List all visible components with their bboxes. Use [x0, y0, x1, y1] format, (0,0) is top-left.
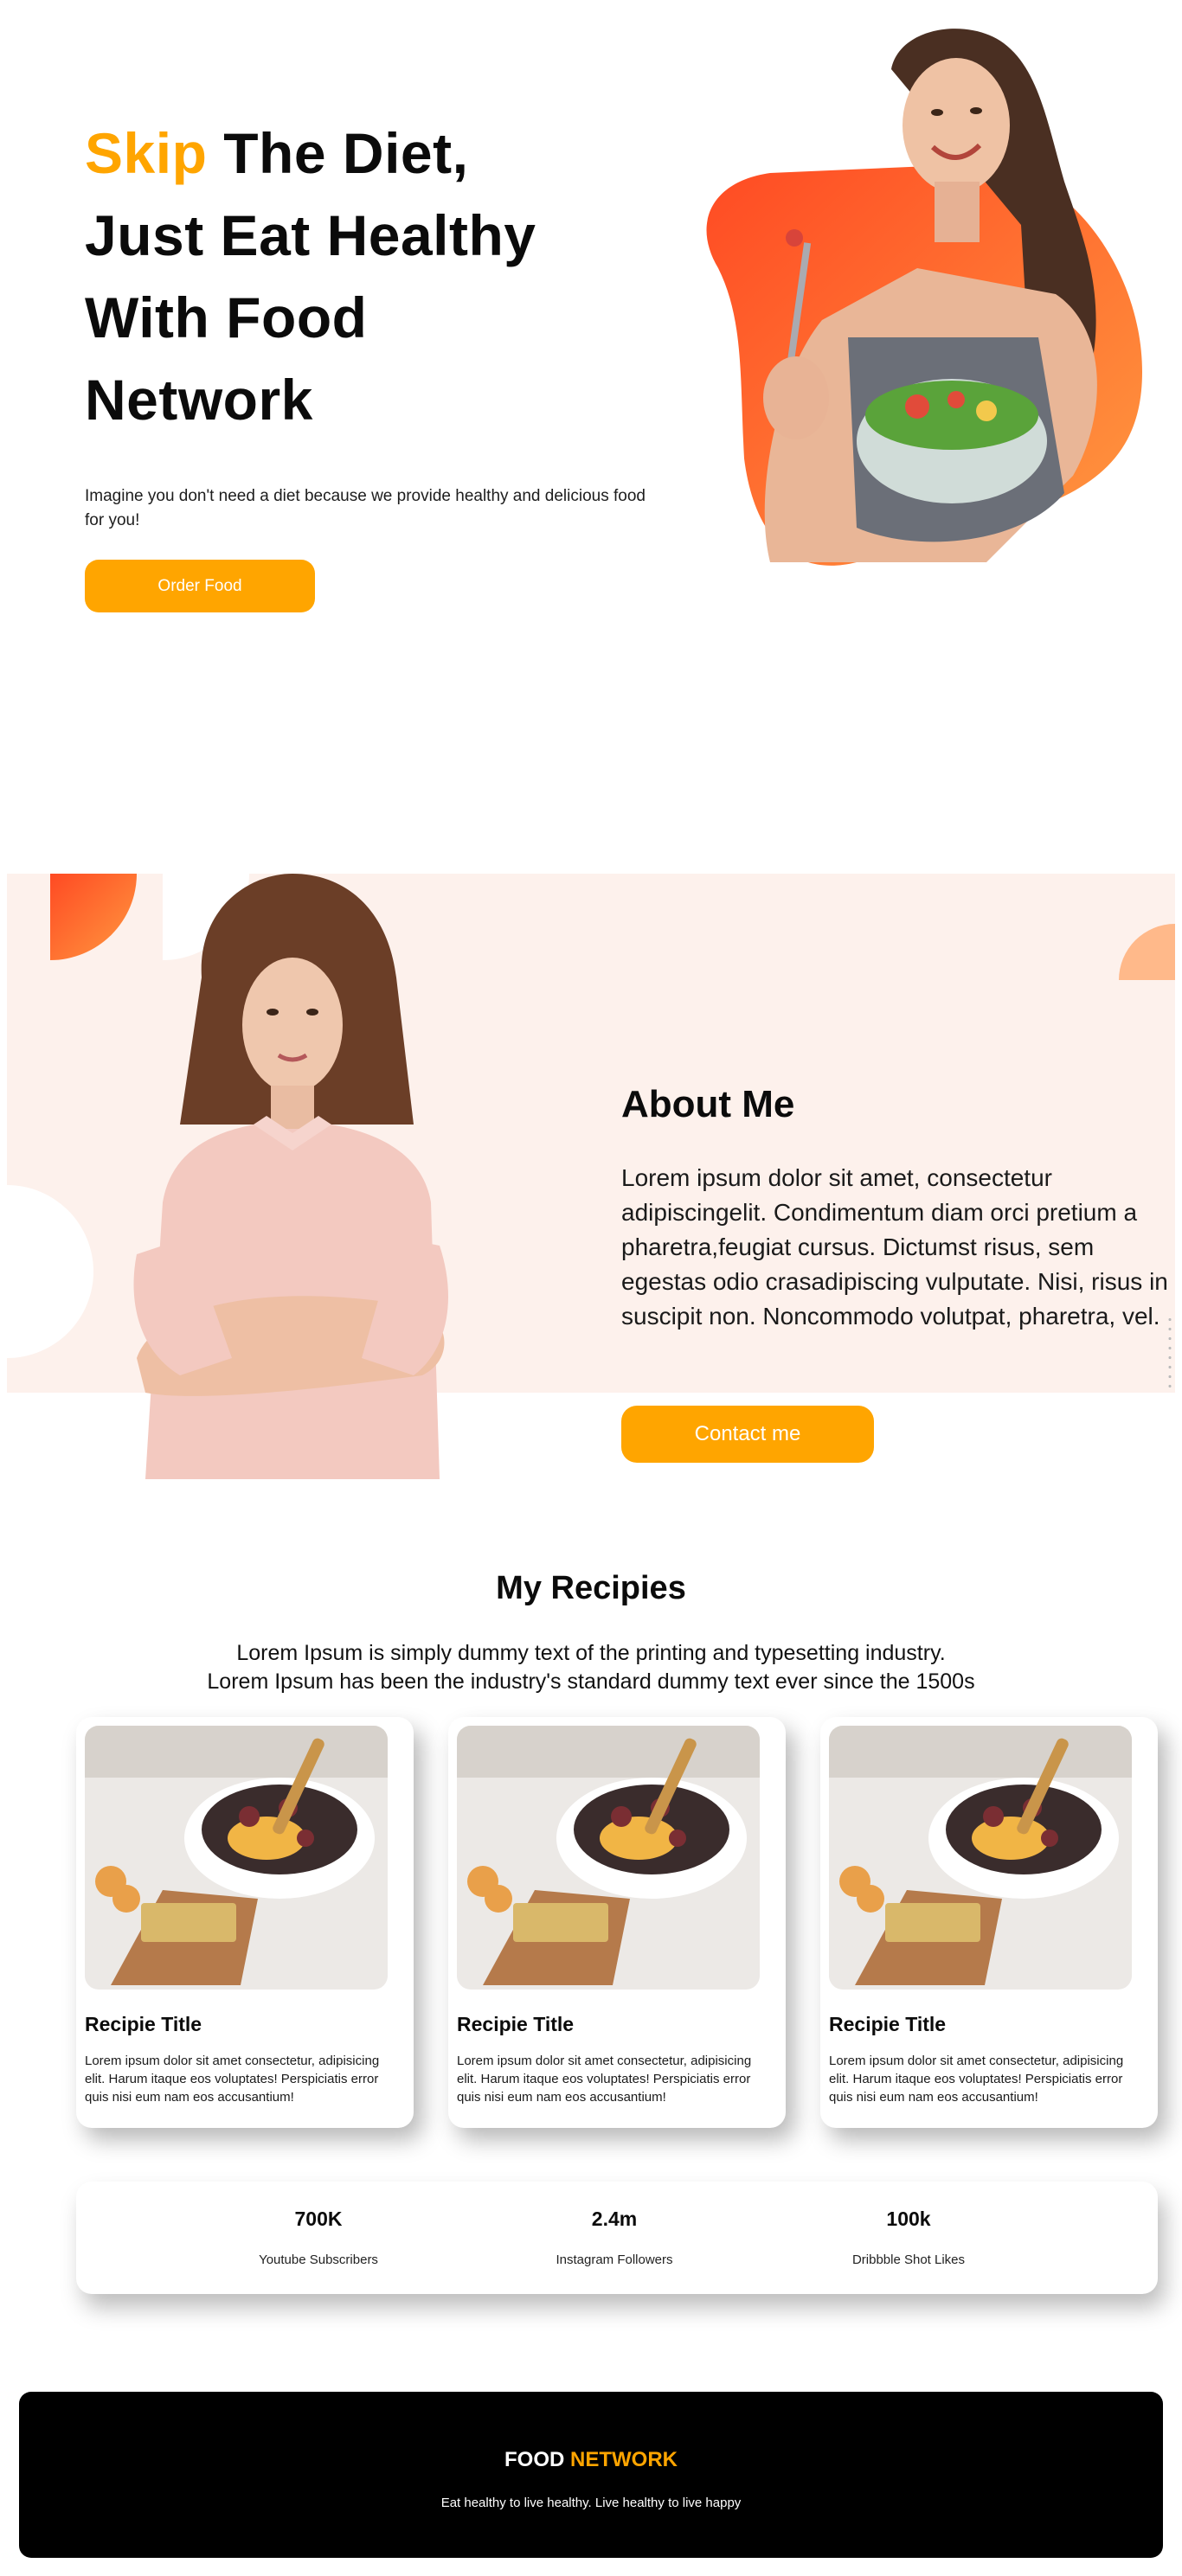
- footer-brand-main: FOOD: [504, 2448, 570, 2471]
- recipe-card[interactable]: Recipie Title Lorem ipsum dolor sit amet…: [448, 1717, 786, 2128]
- recipe-photo: [829, 1726, 1132, 1990]
- recipe-card-text: Lorem ipsum dolor sit amet consectetur, …: [829, 2054, 1124, 2105]
- stat-label: Dribbble Shot Likes: [851, 2252, 966, 2267]
- recipe-card[interactable]: Recipie Title Lorem ipsum dolor sit amet…: [76, 1717, 414, 2128]
- about-text: Lorem ipsum dolor sit amet, consectetur …: [621, 1164, 1168, 1330]
- footer-brand-accent: NETWORK: [570, 2448, 678, 2471]
- recipes-title: My Recipies: [496, 1570, 686, 1606]
- hero-title-accent: Skip: [85, 121, 208, 185]
- contact-me-button[interactable]: Contact me: [621, 1406, 874, 1463]
- hero-title: Skip The Diet, Just Eat Healthy With Foo…: [85, 112, 621, 441]
- recipe-card-title: Recipie Title: [85, 2013, 202, 2035]
- hero-title-line1: The Diet,: [207, 121, 469, 185]
- recipe-card-title: Recipie Title: [829, 2013, 947, 2035]
- footer-brand: FOOD NETWORK: [19, 2448, 1163, 2472]
- stats-bar: 700K Youtube Subscribers 2.4m Instagram …: [76, 2182, 1158, 2294]
- recipe-card-text: Lorem ipsum dolor sit amet consectetur, …: [457, 2054, 752, 2105]
- recipe-card-text: Lorem ipsum dolor sit amet consectetur, …: [85, 2054, 380, 2105]
- hero-subtitle: Imagine you don't need a diet because we…: [85, 487, 646, 529]
- recipes-intro-line1: Lorem Ipsum is simply dummy text of the …: [236, 1641, 946, 1665]
- about-section: About Me Lorem ipsum dolor sit amet, con…: [0, 874, 1182, 1496]
- recipes-intro: Lorem Ipsum is simply dummy text of the …: [158, 1639, 1024, 1696]
- recipe-cards: Recipie Title Lorem ipsum dolor sit amet…: [0, 1717, 1182, 2132]
- woman-portrait-image: [133, 874, 448, 1479]
- about-heading: About Me: [621, 1083, 795, 1125]
- footer: FOOD NETWORK Eat healthy to live healthy…: [19, 2392, 1163, 2558]
- order-food-button[interactable]: Order Food: [85, 560, 315, 612]
- hero-section: Skip The Diet, Just Eat Healthy With Foo…: [0, 0, 1182, 779]
- hero-woman-with-salad-image: [706, 29, 1142, 566]
- hero-title-line2: Just Eat Healthy: [85, 203, 536, 267]
- dot-pattern: [1168, 1315, 1172, 1394]
- stat-dribbble: 100k Dribbble Shot Likes: [796, 2182, 1021, 2294]
- hero-title-line3: With Food: [85, 285, 368, 349]
- hero-title-line4: Network: [85, 368, 313, 432]
- stat-value: 2.4m: [591, 2208, 638, 2230]
- recipe-photo: [457, 1726, 760, 1990]
- recipe-photo: [85, 1726, 388, 1990]
- recipe-card-title: Recipie Title: [457, 2013, 575, 2035]
- recipe-card[interactable]: Recipie Title Lorem ipsum dolor sit amet…: [820, 1717, 1158, 2128]
- footer-tagline: Eat healthy to live healthy. Live health…: [440, 2496, 742, 2510]
- recipes-intro-line2: Lorem Ipsum has been the industry's stan…: [207, 1669, 975, 1694]
- stat-label: Instagram Followers: [556, 2252, 673, 2267]
- stat-label: Youtube Subscribers: [259, 2252, 378, 2267]
- stat-value: 700K: [294, 2208, 343, 2230]
- stat-value: 100k: [886, 2208, 931, 2230]
- stat-youtube: 700K Youtube Subscribers: [206, 2182, 431, 2294]
- stat-instagram: 2.4m Instagram Followers: [502, 2182, 727, 2294]
